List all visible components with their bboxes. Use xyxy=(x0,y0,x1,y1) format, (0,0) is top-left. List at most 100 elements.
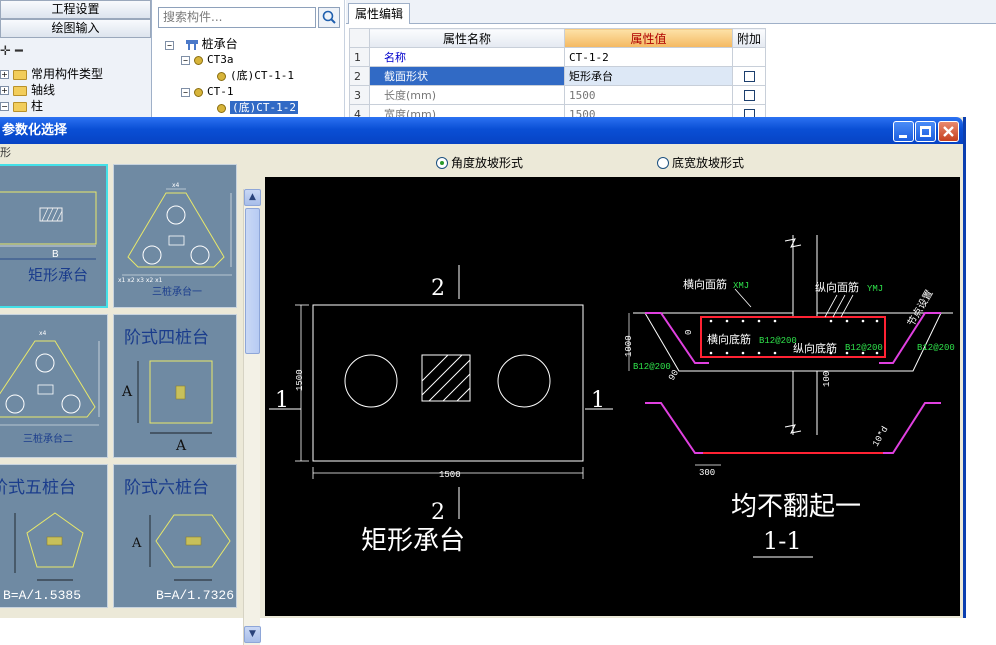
tree-item-label: (底)CT-1-1 xyxy=(230,69,294,82)
extra-cell xyxy=(731,66,767,86)
pile-cap-icon xyxy=(185,40,198,50)
stepped-five-pile-cap-diagram: 阶式五桩台 B=A/1.5385 xyxy=(0,478,84,603)
tree-item-label: CT3a xyxy=(207,53,234,66)
property-value[interactable]: 1500 xyxy=(564,85,733,105)
collapse-icon[interactable]: − xyxy=(165,40,174,50)
tree-item-label: 桩承台 xyxy=(201,37,238,51)
cad-drawing: 1 1 2 2 1500 1500 矩形承台 横向面筋 XMJ 纵向面筋 YMJ… xyxy=(269,235,955,558)
property-value[interactable]: CT-1-2 xyxy=(564,47,733,67)
thumbnail-stepped-six-pile-cap[interactable]: 阶式六桩台 A B=A/1.7326 xyxy=(113,464,237,608)
tree-item-column[interactable]: − 柱 xyxy=(0,98,152,114)
scroll-thumb[interactable] xyxy=(245,208,260,354)
code-left: B12@200 xyxy=(633,362,671,372)
expand-icon[interactable]: + xyxy=(0,86,9,95)
row-number-header xyxy=(349,28,370,48)
property-value[interactable]: 矩形承台 xyxy=(564,66,733,86)
cad-preview-canvas: 1 1 2 2 1500 1500 矩形承台 横向面筋 XMJ 纵向面筋 YMJ… xyxy=(265,177,960,616)
folder-icon xyxy=(13,69,27,80)
scroll-up-button[interactable]: ▲ xyxy=(244,189,261,206)
dim-x4: x4 xyxy=(39,330,47,337)
maximize-icon xyxy=(920,126,931,137)
tree-item-label-selected: (底)CT-1-2 xyxy=(230,101,298,114)
extra-header: 附加 xyxy=(731,28,767,48)
drawing-input-button[interactable]: 绘图输入 xyxy=(0,19,151,38)
property-name: 长度(mm) xyxy=(369,85,565,105)
thumbnail-label: 三桩承台一 xyxy=(152,285,202,298)
section-mark-right: 1 xyxy=(591,388,605,413)
section-mark-bottom: 2 xyxy=(431,500,445,525)
collapse-icon[interactable]: − xyxy=(0,102,9,111)
table-row[interactable]: 3 长度(mm) 1500 xyxy=(349,85,767,105)
tree-toolbar[interactable]: ✛ ━ xyxy=(0,44,23,59)
slope-mode-options: 角度放坡形式 底宽放坡形式 xyxy=(264,144,961,177)
minimize-button[interactable] xyxy=(893,121,914,142)
angle-slope-radio[interactable]: 角度放坡形式 xyxy=(436,154,523,171)
tree-item-ct-1-1[interactable]: (底)CT-1-1 xyxy=(165,68,298,84)
tree-group-ct-1[interactable]: − CT-1 xyxy=(165,84,298,100)
property-value-header: 属性值 xyxy=(564,28,733,48)
collapse-icon[interactable]: − xyxy=(181,87,190,97)
search-icon xyxy=(322,10,336,24)
three-pile-cap-two-diagram: x4 三桩承台二 xyxy=(0,330,100,445)
dim-100: 100 xyxy=(822,371,832,387)
thumbnail-rectangular-cap[interactable]: B 矩形承台 xyxy=(0,164,108,308)
code-bottom-horizontal: B12@200 xyxy=(759,336,797,346)
preview-area: 角度放坡形式 底宽放坡形式 1 1 2 2 1500 1500 矩形承台 横向面… xyxy=(264,144,963,618)
dim-a-vertical: A xyxy=(121,384,133,400)
search-button[interactable] xyxy=(318,7,340,28)
thumbnail-stepped-four-pile-cap[interactable]: 阶式四桩台 A A xyxy=(113,314,237,458)
thumbnail-stepped-five-pile-cap[interactable]: 阶式五桩台 B=A/1.5385 xyxy=(0,464,108,608)
table-row[interactable]: 1 名称 CT-1-2 xyxy=(349,47,767,67)
thumbnail-label: 阶式四桩台 xyxy=(124,328,209,348)
tree-item-label: 柱 xyxy=(31,99,44,113)
tree-item-label: 常用构件类型 xyxy=(31,67,104,81)
thumbnail-scrollbar[interactable]: ▲ ▼ xyxy=(243,189,261,645)
row-number: 1 xyxy=(349,47,370,67)
collapse-icon[interactable]: − xyxy=(181,55,190,65)
minimize-icon xyxy=(899,135,907,138)
table-row[interactable]: 2 截面形状 矩形承台 xyxy=(349,66,767,86)
thumbnail-dim: B=A/1.7326 xyxy=(156,588,234,603)
property-table-header: 属性名称 属性值 附加 xyxy=(349,28,767,48)
extra-checkbox[interactable] xyxy=(743,71,755,82)
code-bottom-vertical: B12@200 xyxy=(845,343,883,353)
tree-item-common-types[interactable]: + 常用构件类型 xyxy=(0,66,152,82)
component-icon xyxy=(217,103,226,113)
thumbnail-label: 矩形承台 xyxy=(28,266,88,284)
tree-item-label: 轴线 xyxy=(31,83,56,97)
pile-circle xyxy=(497,354,551,408)
tree-root-pile-cap[interactable]: − 桩承台 xyxy=(165,36,298,52)
width-slope-radio[interactable]: 底宽放坡形式 xyxy=(657,154,744,171)
radio-unselected-icon xyxy=(657,157,669,169)
close-icon xyxy=(943,126,954,137)
parametric-selection-dialog: 参数化选择 形 B 矩形承台 x4 x1 x2 x3 x2 x1 三桩承台一 x… xyxy=(0,117,966,645)
radio-label: 角度放坡形式 xyxy=(451,156,524,170)
component-icon xyxy=(194,87,203,97)
radio-label: 底宽放坡形式 xyxy=(672,156,745,170)
project-settings-button[interactable]: 工程设置 xyxy=(0,0,151,19)
property-name-header: 属性名称 xyxy=(369,28,565,48)
column-section xyxy=(421,354,471,402)
stepped-four-pile-cap-diagram: 阶式四桩台 A A xyxy=(121,328,213,454)
maximize-button[interactable] xyxy=(915,121,936,142)
tree-group-ct3a[interactable]: − CT3a xyxy=(165,52,298,68)
component-icon xyxy=(194,55,203,65)
code-top-horizontal: XMJ xyxy=(733,281,749,291)
extra-checkbox[interactable] xyxy=(743,90,755,101)
tree-item-axis[interactable]: + 轴线 xyxy=(0,82,152,98)
row-number: 2 xyxy=(349,66,370,86)
component-search-input[interactable]: 搜索构件... xyxy=(158,7,316,28)
expand-icon[interactable]: + xyxy=(0,70,9,79)
pile-circle xyxy=(344,354,398,408)
scroll-down-button[interactable]: ▼ xyxy=(244,626,261,643)
thumbnail-three-pile-cap-two[interactable]: x4 三桩承台二 xyxy=(0,314,108,458)
section-mark-left: 1 xyxy=(275,388,289,413)
dim-10d: 10*d xyxy=(871,425,890,449)
tab-property-edit[interactable]: 属性编辑 xyxy=(348,3,411,24)
close-button[interactable] xyxy=(938,121,959,142)
dialog-title-bar[interactable]: 参数化选择 xyxy=(0,117,963,144)
row-number: 3 xyxy=(349,85,370,105)
thumbnail-three-pile-cap-one[interactable]: x4 x1 x2 x3 x2 x1 三桩承台一 xyxy=(113,164,237,308)
dim-x4: x4 xyxy=(172,182,180,189)
tree-item-ct-1-2[interactable]: (底)CT-1-2 xyxy=(165,100,298,116)
